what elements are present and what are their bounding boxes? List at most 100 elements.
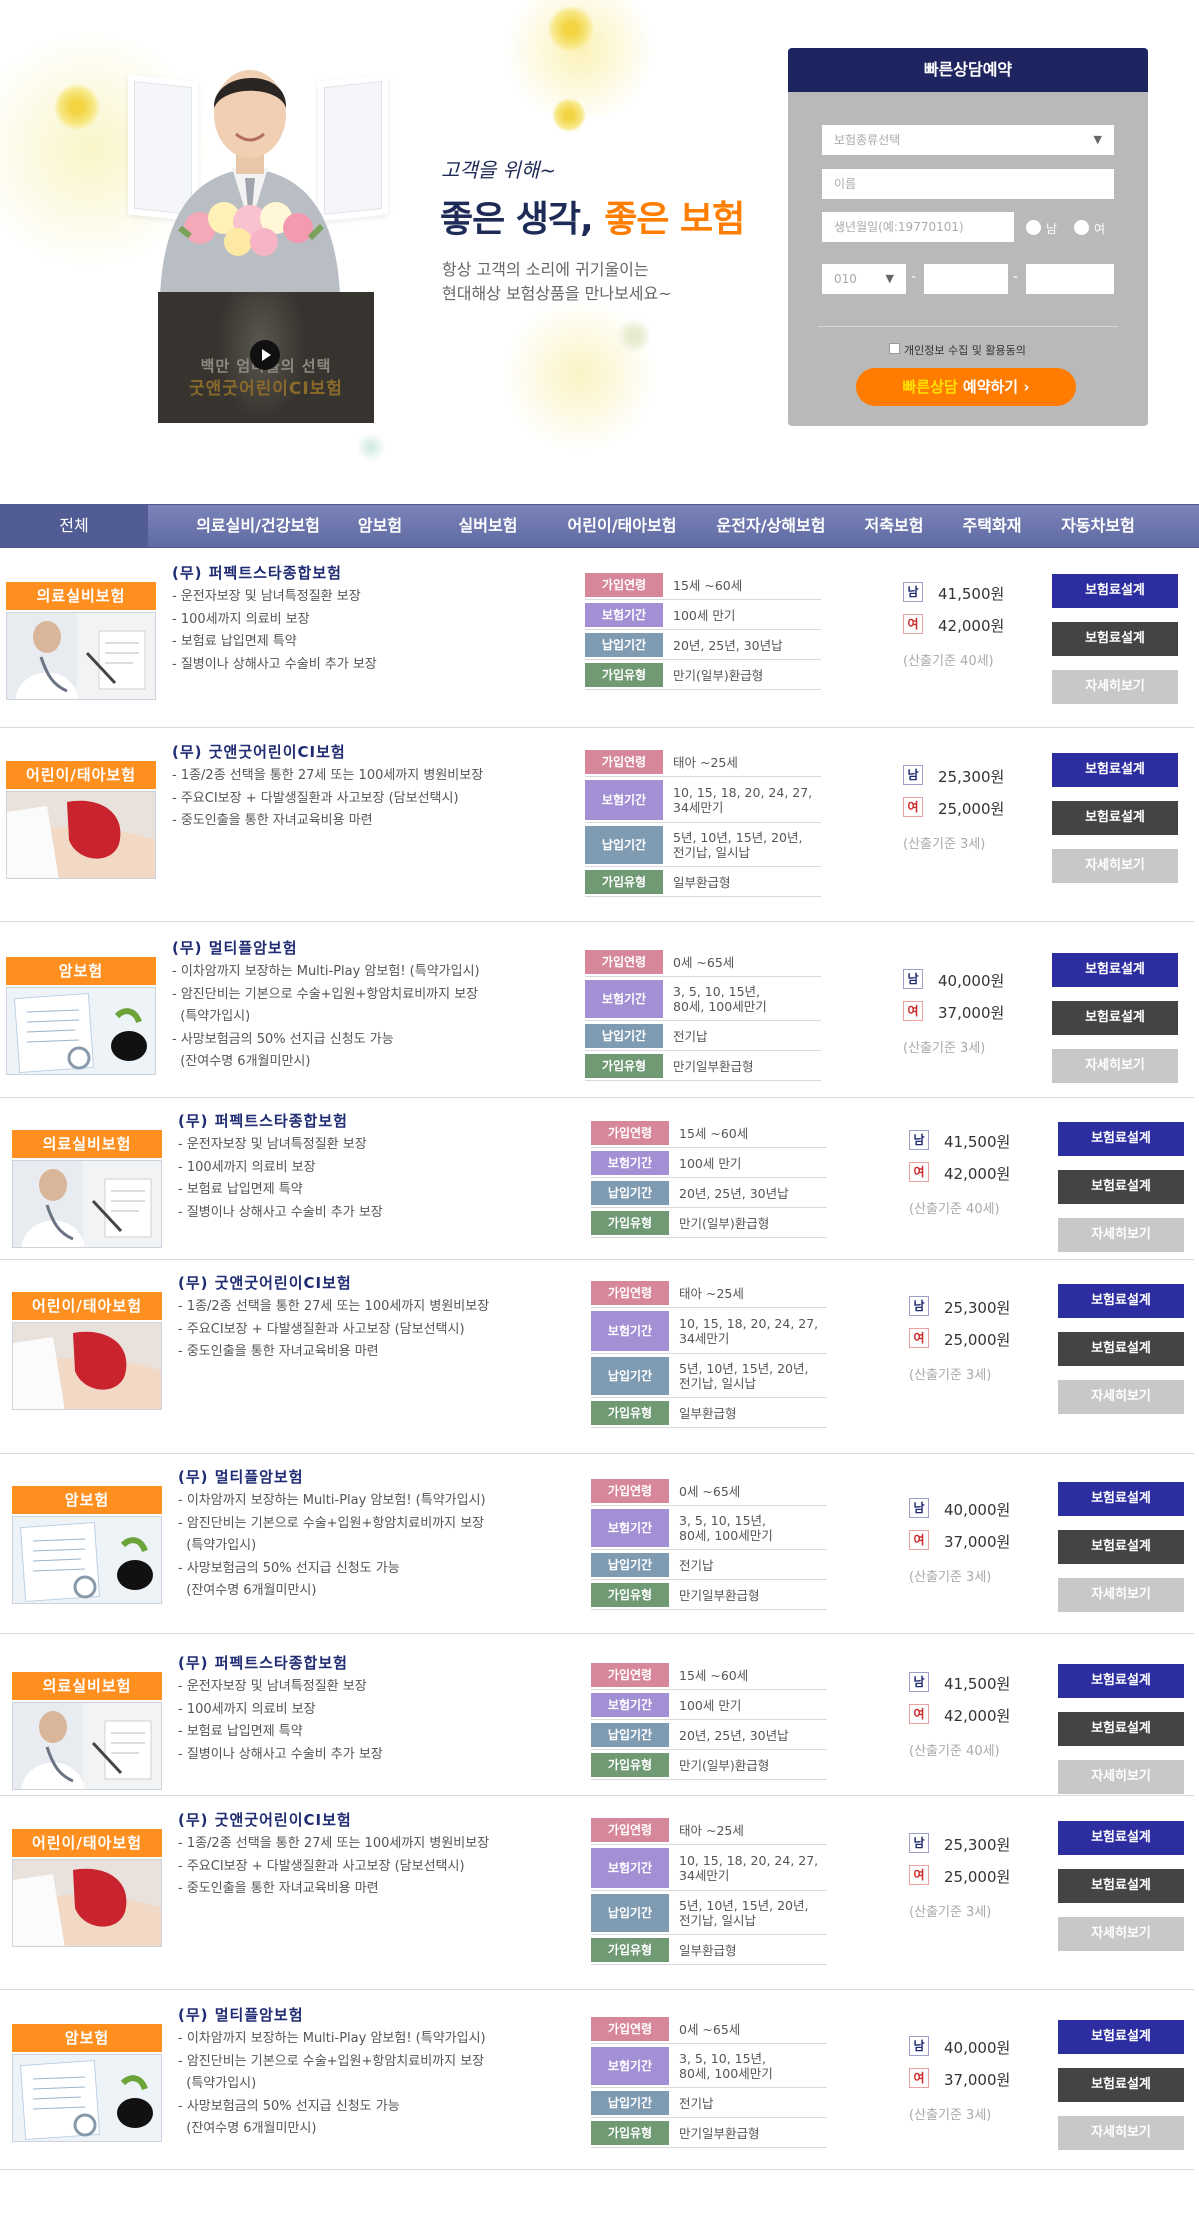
premium-design-button[interactable]: 보험료설계 <box>1058 1821 1184 1855</box>
info-row-age: 가입연령 15세 ~60세 <box>585 570 821 600</box>
product-name[interactable]: (무) 굿앤굿어린이CI보험 <box>172 741 346 762</box>
premium-design-button-secondary[interactable]: 보험료설계 <box>1058 1530 1184 1564</box>
premium-design-button[interactable]: 보험료설계 <box>1058 1284 1184 1318</box>
info-label: 가입유형 <box>591 1583 669 1607</box>
phone-last-input[interactable] <box>1026 264 1114 294</box>
info-label: 보험기간 <box>591 1311 669 1351</box>
product-name[interactable]: (무) 멀티플암보험 <box>178 2004 304 2025</box>
page: 백만 엄마들의 선택 굿앤굿어린이CI보험 고객을 위해~ 좋은 생각, 좋은 … <box>0 0 1199 2221</box>
hero-subtitle-line: 항상 고객의 소리에 귀기울이는 <box>442 260 649 279</box>
tab-item[interactable]: 의료실비/건강보험 <box>196 505 320 547</box>
premium-design-button[interactable]: 보험료설계 <box>1058 2020 1184 2054</box>
tab-item[interactable]: 어린이/태아보험 <box>568 505 677 547</box>
view-details-button[interactable]: 자세히보기 <box>1058 1218 1184 1252</box>
tab-item[interactable]: 저축보험 <box>865 505 924 547</box>
spokesman-illustration <box>160 70 340 296</box>
tab-item[interactable]: 자동차보험 <box>1061 505 1135 547</box>
feature-line: - 이차암까지 보장하는 Multi-Play 암보험! (특약가입시) <box>172 964 480 979</box>
category-badge: 어린이/태아보험 <box>12 1829 162 1857</box>
info-value: 태아 ~25세 <box>679 1285 744 1301</box>
female-price: 25,000원 <box>944 1331 1011 1349</box>
view-details-button[interactable]: 자세히보기 <box>1052 1049 1178 1083</box>
calc-basis-note: (산출기준 40세) <box>909 1202 1000 1217</box>
product-name[interactable]: (무) 굿앤굿어린이CI보험 <box>178 1809 352 1830</box>
premium-design-button-secondary[interactable]: 보험료설계 <box>1058 1712 1184 1746</box>
info-value: 만기(일부)환급형 <box>679 1757 770 1773</box>
product-name[interactable]: (무) 굿앤굿어린이CI보험 <box>178 1272 352 1293</box>
tab-item[interactable]: 운전자/상해보험 <box>717 505 826 547</box>
category-badge: 의료실비보험 <box>6 582 156 610</box>
female-badge: 여 <box>909 1162 929 1182</box>
view-details-button[interactable]: 자세히보기 <box>1052 849 1178 883</box>
info-value: 일부환급형 <box>673 874 731 890</box>
product-name[interactable]: (무) 퍼펙트스타종합보험 <box>178 1652 348 1673</box>
info-label: 보험기간 <box>585 980 663 1018</box>
premium-design-button[interactable]: 보험료설계 <box>1052 753 1178 787</box>
info-row-age: 가입연령 0세 ~65세 <box>591 2014 827 2044</box>
premium-design-button-secondary[interactable]: 보험료설계 <box>1058 1869 1184 1903</box>
product-name[interactable]: (무) 멀티플암보험 <box>178 1466 304 1487</box>
insurance-type-select[interactable]: 보험종류선택 ▼ <box>822 125 1114 155</box>
feature-line: - 100세까지 의료비 보장 <box>178 1159 316 1175</box>
phone-middle-input[interactable] <box>924 264 1008 294</box>
video-thumbnail[interactable]: 백만 엄마들의 선택 굿앤굿어린이CI보험 <box>158 292 374 423</box>
product-name[interactable]: (무) 멀티플암보험 <box>172 937 298 958</box>
feature-line: - 사망보험금의 50% 선지급 신청도 가능 <box>178 2098 400 2114</box>
info-value: 태아 ~25세 <box>673 754 738 770</box>
flower-icon <box>548 6 594 52</box>
premium-design-button-secondary[interactable]: 보험료설계 <box>1058 2068 1184 2102</box>
premium-design-button[interactable]: 보험료설계 <box>1058 1122 1184 1156</box>
product-thumbnail <box>12 1516 162 1604</box>
tab-all[interactable]: 전체 <box>0 505 148 547</box>
feature-line: - 1종/2종 선택을 통한 27세 또는 100세까지 병원비보장 <box>172 768 484 783</box>
name-input[interactable]: 이름 <box>822 169 1114 199</box>
info-value: 3, 5, 10, 15년, 80세, 100세만기 <box>679 2051 773 2081</box>
calc-basis-note: (산출기준 40세) <box>903 654 994 669</box>
hero-banner: 백만 엄마들의 선택 굿앤굿어린이CI보험 고객을 위해~ 좋은 생각, 좋은 … <box>0 0 1199 466</box>
view-details-button[interactable]: 자세히보기 <box>1058 2116 1184 2150</box>
info-label: 가입유형 <box>585 870 663 894</box>
calc-basis-note: (산출기준 40세) <box>909 1744 1000 1759</box>
view-details-button[interactable]: 자세히보기 <box>1058 1917 1184 1951</box>
product-row: 의료실비보험 (무) 퍼펙트스타종합보험 - 운전자보장 및 남녀특정질환 보장 - … <box>0 548 1194 728</box>
premium-design-button-secondary[interactable]: 보험료설계 <box>1052 1001 1178 1035</box>
headline-part2: 좋은 보험 <box>604 199 745 240</box>
product-name[interactable]: (무) 퍼펙트스타종합보험 <box>178 1110 348 1131</box>
view-details-button[interactable]: 자세히보기 <box>1052 670 1178 704</box>
feature-line: - 중도인출을 통한 자녀교육비용 마련 <box>178 1881 379 1896</box>
privacy-label: 개인정보 수집 및 활용동의 <box>904 344 1026 357</box>
info-row-pay: 납입기간 20년, 25년, 30년납 <box>585 630 821 660</box>
premium-design-button-secondary[interactable]: 보험료설계 <box>1058 1332 1184 1366</box>
premium-design-button-secondary[interactable]: 보험료설계 <box>1052 801 1178 835</box>
info-row-pay: 납입기간 5년, 10년, 15년, 20년, 전기납, 일시납 <box>591 1891 827 1935</box>
submit-button[interactable]: 빠른상담 예약하기 › <box>856 368 1076 406</box>
info-label: 납입기간 <box>591 1553 669 1577</box>
privacy-checkbox[interactable] <box>889 343 900 354</box>
premium-design-button-secondary[interactable]: 보험료설계 <box>1058 1170 1184 1204</box>
view-details-button[interactable]: 자세히보기 <box>1058 1380 1184 1414</box>
premium-design-button[interactable]: 보험료설계 <box>1058 1482 1184 1516</box>
view-details-button[interactable]: 자세히보기 <box>1058 1760 1184 1794</box>
view-details-button[interactable]: 자세히보기 <box>1058 1578 1184 1612</box>
info-value: 20년, 25년, 30년납 <box>679 1185 789 1201</box>
premium-design-button[interactable]: 보험료설계 <box>1052 574 1178 608</box>
feature-line: - 사망보험금의 50% 선지급 신청도 가능 <box>172 1031 394 1047</box>
male-radio[interactable] <box>1026 220 1041 235</box>
premium-design-button[interactable]: 보험료설계 <box>1058 1664 1184 1698</box>
tab-item[interactable]: 실버보험 <box>459 505 518 547</box>
play-icon[interactable] <box>250 340 280 370</box>
phone-prefix-select[interactable]: 010 ▼ <box>822 264 906 294</box>
tab-item[interactable]: 주택화재 <box>963 505 1022 547</box>
premium-design-button[interactable]: 보험료설계 <box>1052 953 1178 987</box>
info-label: 가입유형 <box>591 1211 669 1235</box>
info-row-period: 보험기간 10, 15, 18, 20, 24, 27, 34세만기 <box>591 1308 827 1354</box>
female-radio[interactable] <box>1074 220 1089 235</box>
info-row-period: 보험기간 3, 5, 10, 15년, 80세, 100세만기 <box>591 2044 827 2088</box>
female-badge: 여 <box>903 614 923 634</box>
premium-design-button-secondary[interactable]: 보험료설계 <box>1052 622 1178 656</box>
birth-input[interactable]: 생년월일(예:19770101) <box>822 212 1014 242</box>
info-value: 10, 15, 18, 20, 24, 27, 34세만기 <box>673 785 813 815</box>
feature-line: - 암진단비는 기본으로 수술+입원+항암치료비까지 보장 <box>178 1515 485 1531</box>
tab-item[interactable]: 암보험 <box>358 505 402 547</box>
product-name[interactable]: (무) 퍼펙트스타종합보험 <box>172 562 342 583</box>
